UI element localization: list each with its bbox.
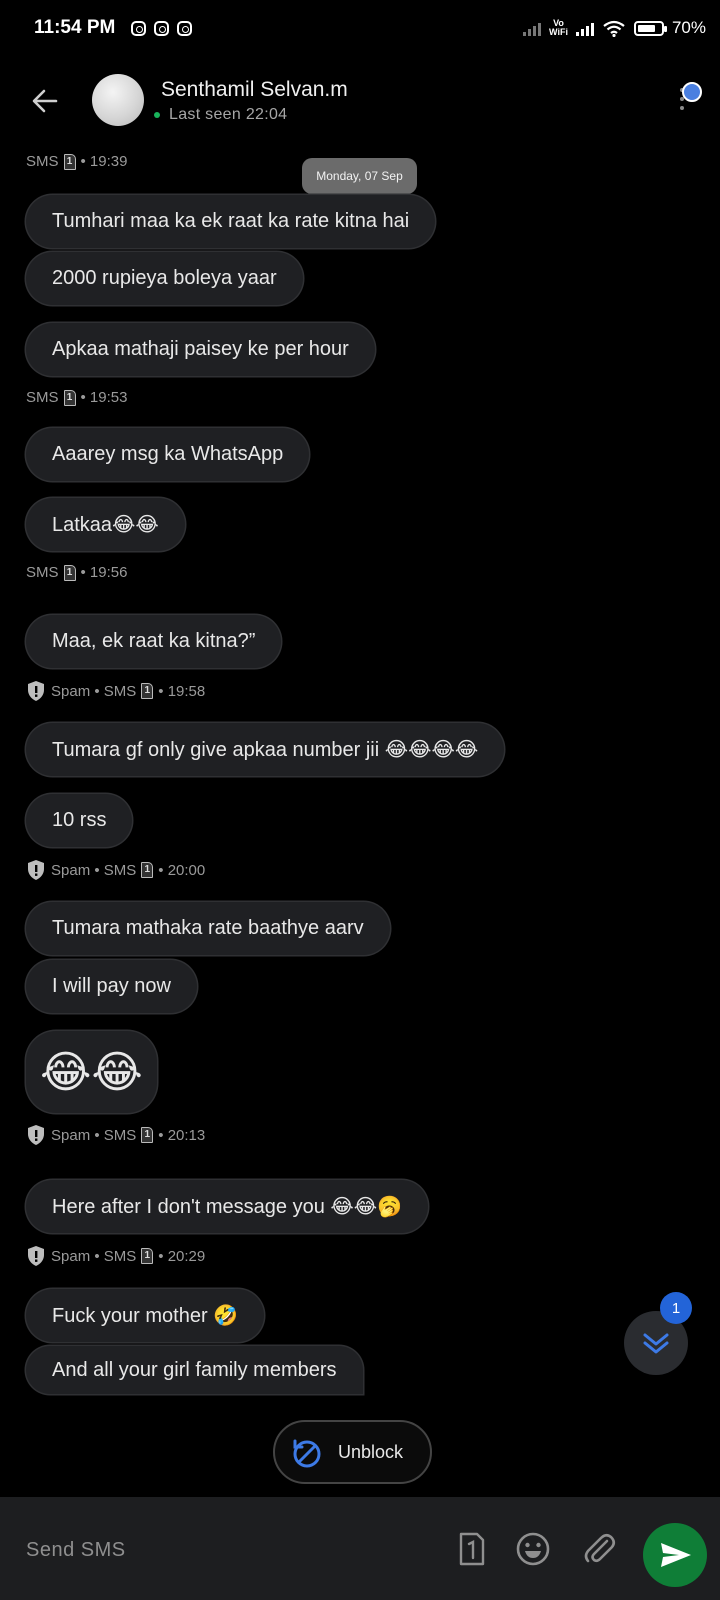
vowifi-icon: Vo WiFi [549, 18, 568, 37]
sim-card-icon: 1 [63, 153, 76, 170]
emoji-icon[interactable] [514, 1530, 552, 1568]
shield-alert-icon [28, 1246, 44, 1266]
message-bubble[interactable]: Apkaa mathaji paisey ke per hour [26, 323, 375, 376]
message-bubble[interactable]: Tumhari maa ka ek raat ka rate kitna hai [26, 195, 436, 248]
notification-dot-icon [682, 82, 702, 102]
shield-alert-icon [28, 1125, 44, 1145]
shield-alert-icon [28, 681, 44, 701]
sim-card-icon: 1 [63, 564, 76, 581]
sim-card-icon: 1 [141, 1248, 154, 1264]
message-meta: Spam • SMS 1 • 19:58 [26, 680, 205, 702]
last-seen-status: Last seen 22:04 [154, 106, 287, 124]
signal-strength-icon [523, 20, 542, 36]
message-input[interactable] [24, 1527, 428, 1573]
contact-name[interactable]: Senthamil Selvan.m [161, 78, 348, 102]
unread-count-badge: 1 [660, 1292, 692, 1324]
battery-icon [633, 20, 667, 36]
date-chip: Monday, 07 Sep [302, 158, 417, 194]
unblock-button[interactable]: Unblock [273, 1420, 432, 1484]
message-bubble[interactable]: Tumara mathaka rate baathye aarv [26, 902, 390, 955]
block-icon [293, 1439, 321, 1468]
more-options-button[interactable] [672, 78, 712, 128]
message-bubble[interactable]: 2000 rupieya boleya yaar [26, 252, 303, 305]
message-meta: SMS 1 • 19:53 [26, 389, 128, 406]
sim-card-icon: 1 [63, 389, 76, 406]
message-bubble[interactable]: Aaarey msg ka WhatsApp [26, 428, 310, 481]
message-bubble[interactable]: Here after I don't message you 😂😂🥱 [26, 1180, 429, 1233]
shield-alert-icon [28, 860, 44, 880]
paperclip-icon[interactable] [580, 1530, 618, 1568]
emoji-message-bubble[interactable]: 😂😂 [26, 1031, 157, 1113]
instagram-notification-icon [177, 20, 193, 36]
back-arrow-icon[interactable] [28, 84, 62, 118]
status-time: 11:54 PM [34, 17, 116, 38]
message-bubble[interactable]: Maa, ek raat ka kitna?” [26, 615, 282, 668]
message-meta: Spam • SMS 1 • 20:13 [26, 1124, 205, 1146]
sim-card-icon: 1 [141, 1127, 154, 1143]
message-composer [0, 1497, 720, 1600]
message-meta: SMS 1 • 19:39 [26, 153, 128, 170]
message-meta: Spam • SMS 1 • 20:00 [26, 859, 205, 881]
message-bubble[interactable]: 10 rss [26, 794, 133, 847]
sim-card-icon: 1 [141, 683, 154, 699]
instagram-notification-icon [154, 20, 170, 36]
status-bar: 11:54 PM Vo WiFi 70% [0, 0, 720, 56]
online-dot-icon [154, 112, 160, 118]
avatar[interactable] [92, 74, 144, 126]
conversation-header: Senthamil Selvan.m Last seen 22:04 [0, 62, 720, 142]
send-icon [661, 1543, 691, 1567]
message-bubble[interactable]: Tumara gf only give apkaa number jii 😂😂😂… [26, 723, 505, 776]
message-bubble[interactable]: And all your girl family members [26, 1346, 363, 1394]
wifi-icon [603, 20, 625, 37]
instagram-notification-icon [131, 20, 147, 36]
signal-strength-icon [575, 20, 594, 36]
message-bubble[interactable]: Latkaa😂😂 [26, 498, 185, 551]
message-meta: SMS 1 • 19:56 [26, 564, 128, 581]
message-bubble[interactable]: Fuck your mother 🤣 [26, 1289, 265, 1342]
send-button[interactable] [643, 1523, 707, 1587]
sim-card-icon[interactable] [452, 1530, 490, 1568]
unblock-label: Unblock [338, 1442, 404, 1462]
message-bubble[interactable]: I will pay now [26, 960, 197, 1013]
message-meta: Spam • SMS 1 • 20:29 [26, 1245, 205, 1267]
battery-percent: 70% [671, 18, 706, 37]
sim-card-icon: 1 [141, 862, 154, 878]
